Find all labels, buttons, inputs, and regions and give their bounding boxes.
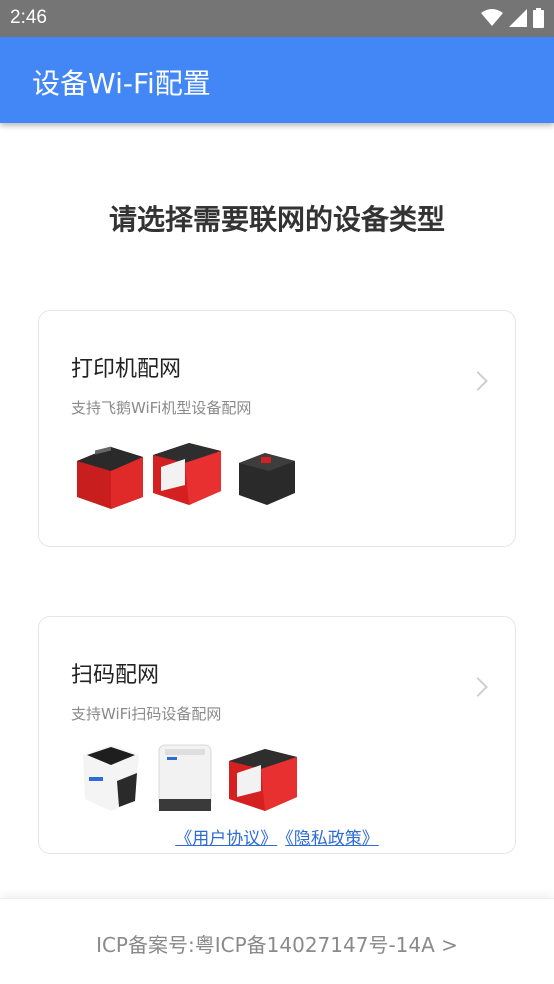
scanner-network-card[interactable]: 扫码配网 支持WiFi扫码设备配网 [38,616,516,854]
status-time: 2:46 [10,7,47,28]
red-white-printer-image [153,443,221,505]
status-bar: 2:46 [0,0,554,37]
black-label-printer-image [239,453,295,505]
card-subtitle: 支持飞鹅WiFi机型设备配网 [71,399,252,417]
page-heading: 请选择需要联网的设备类型 [108,203,445,236]
user-agreement-link[interactable]: 《用户协议》 [175,829,277,849]
card-title: 打印机配网 [71,357,182,382]
icp-record-link[interactable]: ICP备案号:粤ICP备14027147号-14A > [0,929,554,958]
status-icons [481,8,544,28]
printer-network-card[interactable]: 打印机配网 支持飞鹅WiFi机型设备配网 [38,310,516,547]
app-title: 设备Wi-Fi配置 [32,67,211,100]
white-scanner-image [158,744,212,811]
black-white-scanner-image [83,745,139,811]
app-bar: 设备Wi-Fi配置 [0,37,554,123]
footer: ICP备案号:粤ICP备14027147号-14A > [0,898,554,984]
agreement-links: 《用户协议》 《隐私政策》 [0,824,554,849]
privacy-policy-link[interactable]: 《隐私政策》 [285,829,379,849]
chevron-right-icon [468,371,488,391]
battery-icon [533,8,544,28]
chevron-right-icon [468,677,488,697]
card-title: 扫码配网 [71,663,160,688]
wifi-icon [481,9,503,26]
signal-icon [509,9,527,27]
red-printer-image [229,749,297,811]
red-printer-image [77,446,143,509]
card-subtitle: 支持WiFi扫码设备配网 [71,705,222,723]
